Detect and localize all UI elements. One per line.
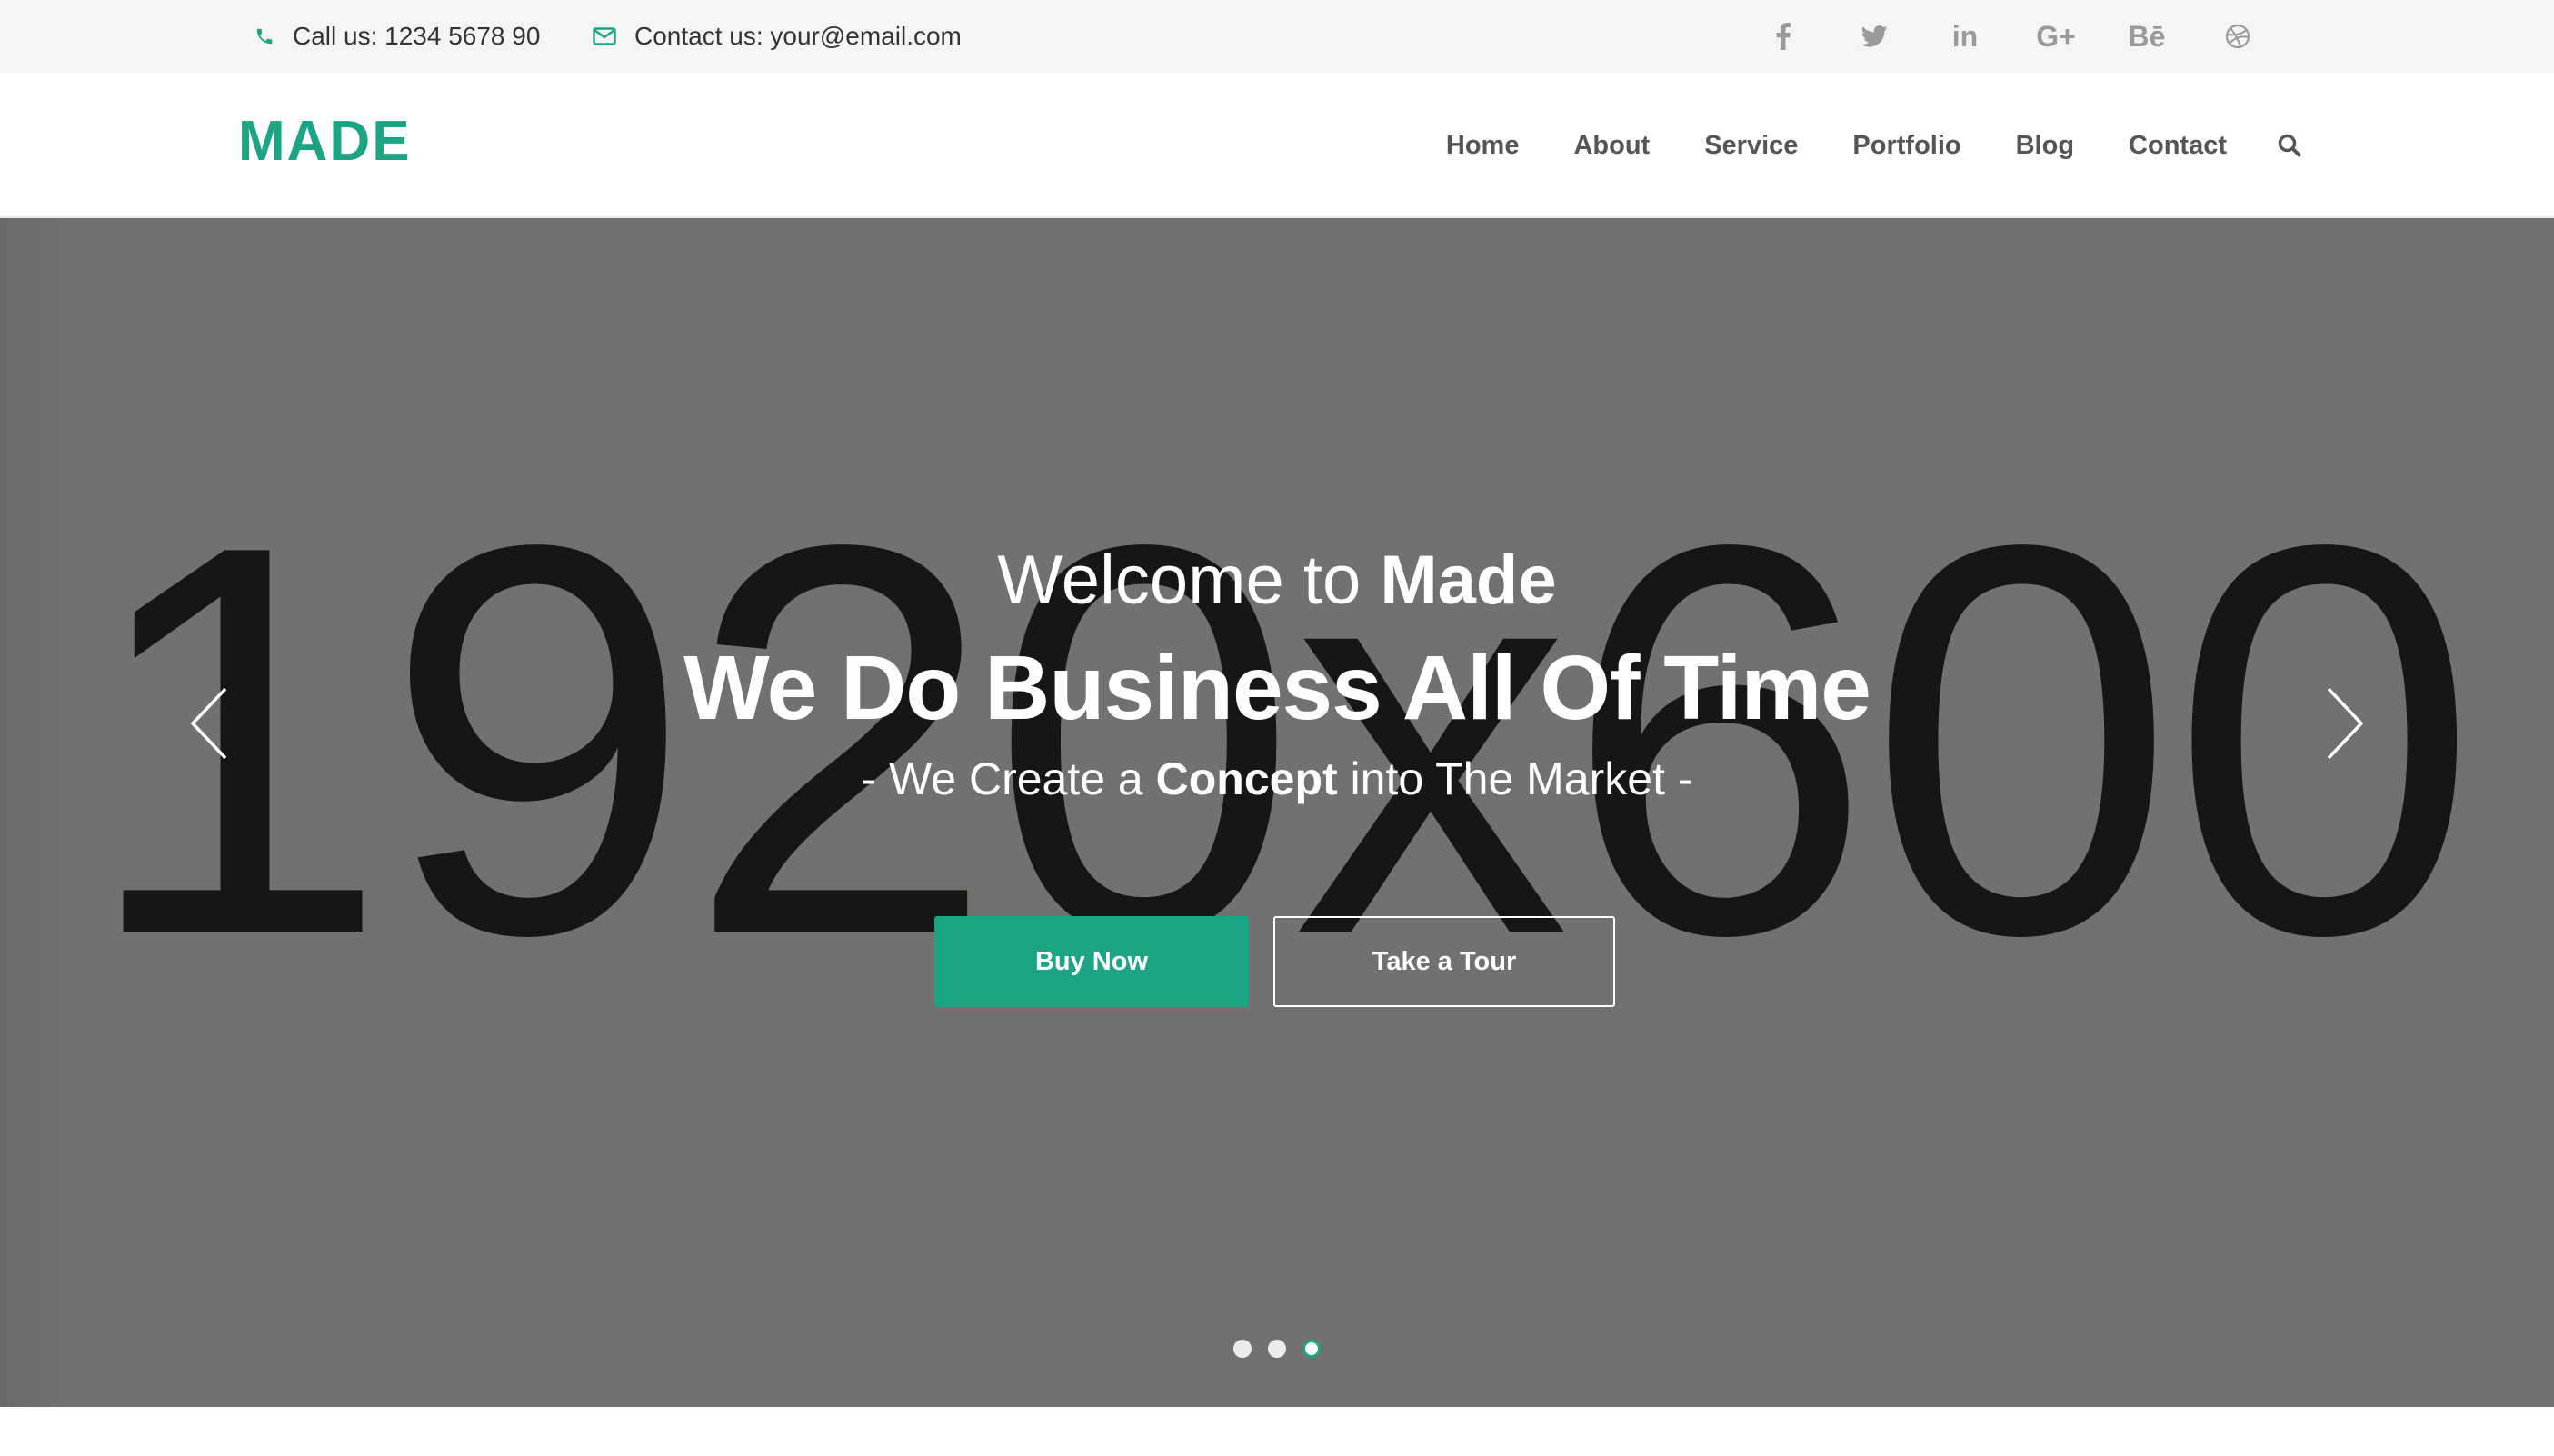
google-plus-icon[interactable]: G+ bbox=[2010, 0, 2101, 73]
behance-icon[interactable]: Bē bbox=[2101, 0, 2192, 73]
dribbble-icon[interactable] bbox=[2192, 0, 2283, 73]
nav-portfolio[interactable]: Portfolio bbox=[1852, 131, 1960, 161]
social-links: in G+ Bē bbox=[1738, 0, 2283, 73]
slider-prev-arrow[interactable] bbox=[182, 678, 236, 769]
hero-tagline: - We Create a Concept into The Market - bbox=[861, 753, 1693, 804]
search-icon[interactable] bbox=[2278, 134, 2301, 157]
main-header: MADE Home About Service Portfolio Blog C… bbox=[0, 73, 2554, 218]
nav-blog[interactable]: Blog bbox=[2016, 131, 2074, 161]
slider-dot-1[interactable] bbox=[1233, 1340, 1252, 1358]
hero-slider: 1920x600 Welcome to Made We Do Business … bbox=[0, 218, 2554, 1407]
phone-text: Call us: 1234 5678 90 bbox=[293, 22, 541, 50]
buy-now-button[interactable]: Buy Now bbox=[934, 916, 1249, 1007]
phone-icon bbox=[254, 26, 274, 46]
slider-dot-2[interactable] bbox=[1268, 1340, 1286, 1358]
nav-service[interactable]: Service bbox=[1704, 131, 1798, 161]
phone-contact[interactable]: Call us: 1234 5678 90 bbox=[254, 0, 540, 73]
email-text: Contact us: your@email.com bbox=[634, 22, 962, 50]
envelope-icon bbox=[593, 27, 616, 45]
main-nav: Home About Service Portfolio Blog Contac… bbox=[1392, 73, 2301, 218]
slider-dot-3[interactable] bbox=[1302, 1340, 1321, 1358]
nav-about[interactable]: About bbox=[1573, 131, 1650, 161]
take-a-tour-button[interactable]: Take a Tour bbox=[1273, 916, 1615, 1007]
top-bar: Call us: 1234 5678 90 Contact us: your@e… bbox=[0, 0, 2554, 73]
slider-pagination bbox=[0, 1340, 2554, 1358]
twitter-icon[interactable] bbox=[1829, 0, 1920, 73]
slider-next-arrow[interactable] bbox=[2318, 678, 2372, 769]
linkedin-icon[interactable]: in bbox=[1920, 0, 2010, 73]
logo[interactable]: MADE bbox=[238, 109, 412, 174]
nav-home[interactable]: Home bbox=[1446, 131, 1520, 161]
hero-headline: We Do Business All Of Time bbox=[683, 637, 1871, 739]
hero-welcome: Welcome to Made bbox=[997, 542, 1557, 619]
email-contact[interactable]: Contact us: your@email.com bbox=[593, 0, 962, 73]
nav-contact[interactable]: Contact bbox=[2129, 131, 2227, 161]
facebook-icon[interactable] bbox=[1738, 0, 1829, 73]
